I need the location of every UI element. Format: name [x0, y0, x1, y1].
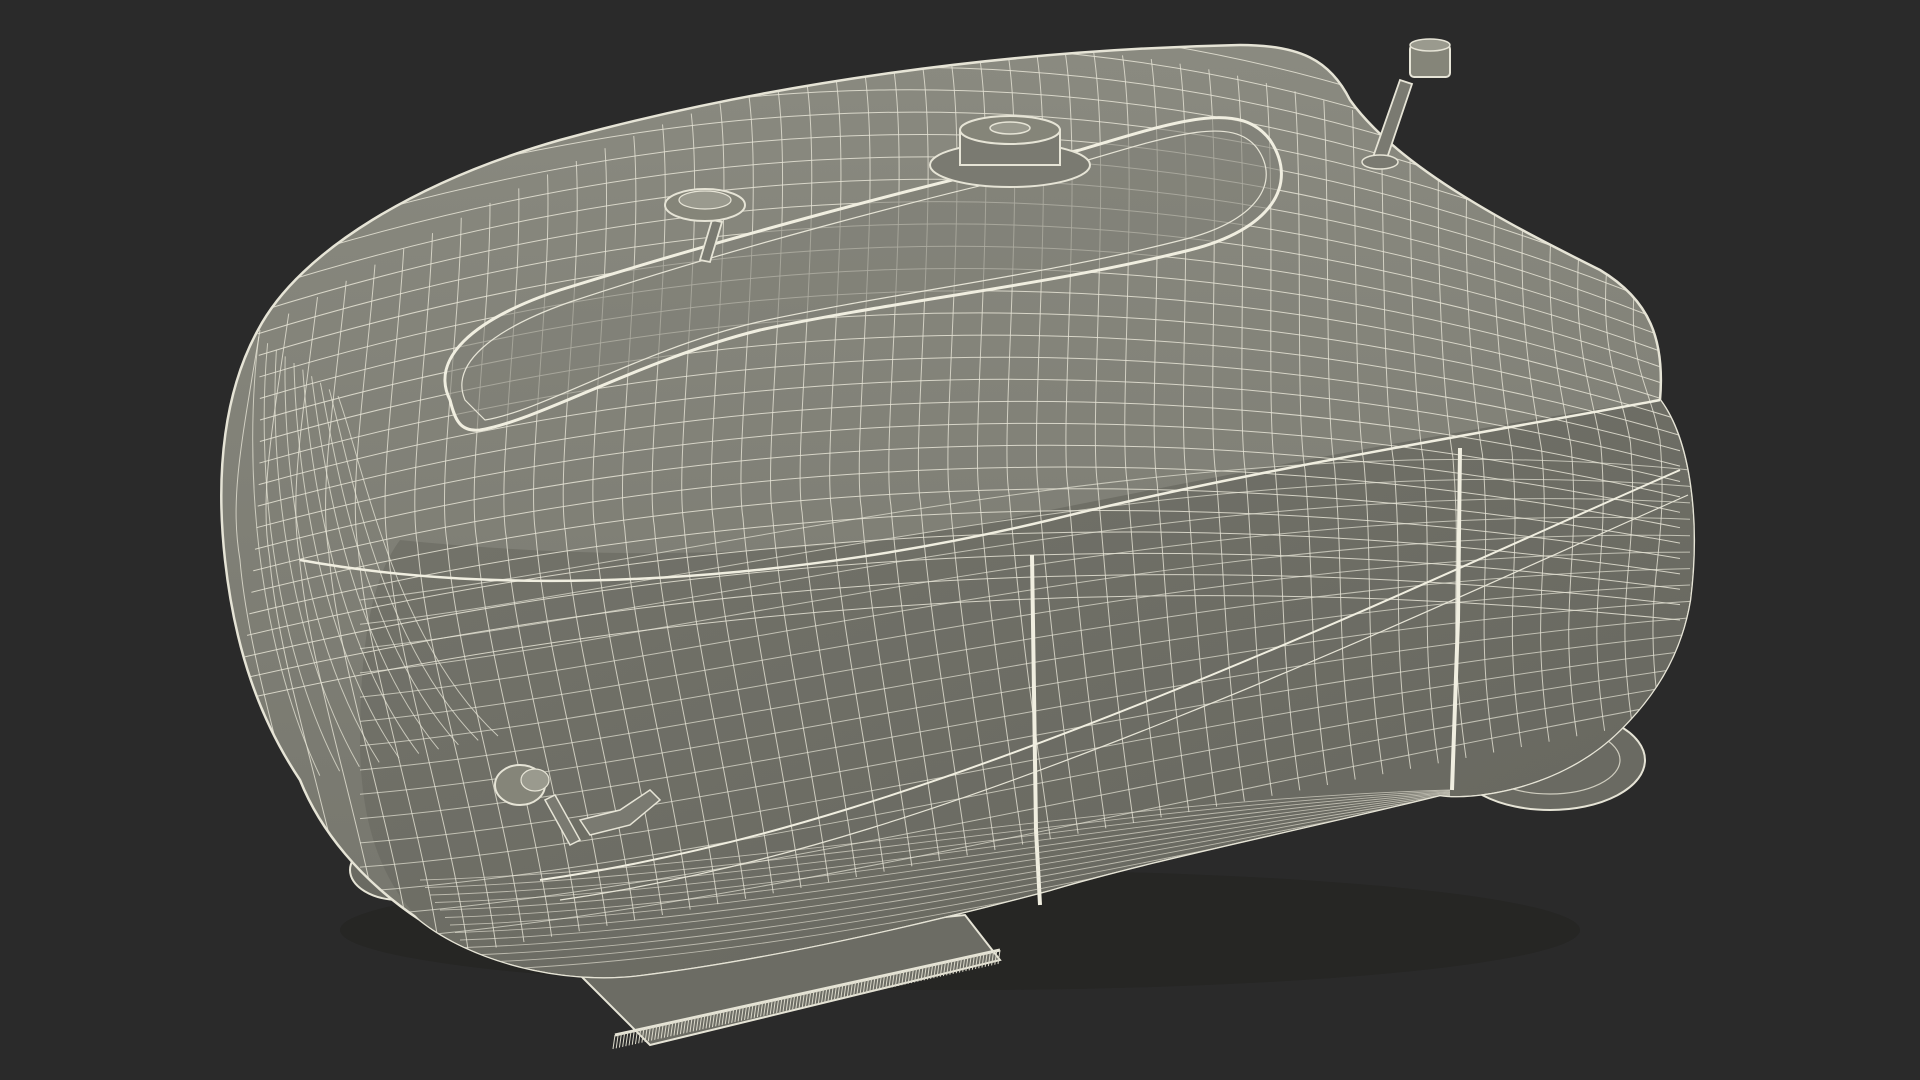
brush-bristle: [625, 1032, 629, 1047]
brush-bristle: [622, 1032, 626, 1047]
wireframe-model-render: [220, 38, 1695, 1050]
3d-viewport[interactable]: [0, 0, 1920, 1080]
brush-bristle: [628, 1031, 632, 1046]
brush-bristle: [615, 1034, 619, 1049]
brush-bristle: [631, 1030, 635, 1045]
rear-mast-antenna: [1361, 38, 1451, 170]
brush-bristle: [618, 1033, 622, 1048]
brush-bristle: [612, 1034, 616, 1050]
